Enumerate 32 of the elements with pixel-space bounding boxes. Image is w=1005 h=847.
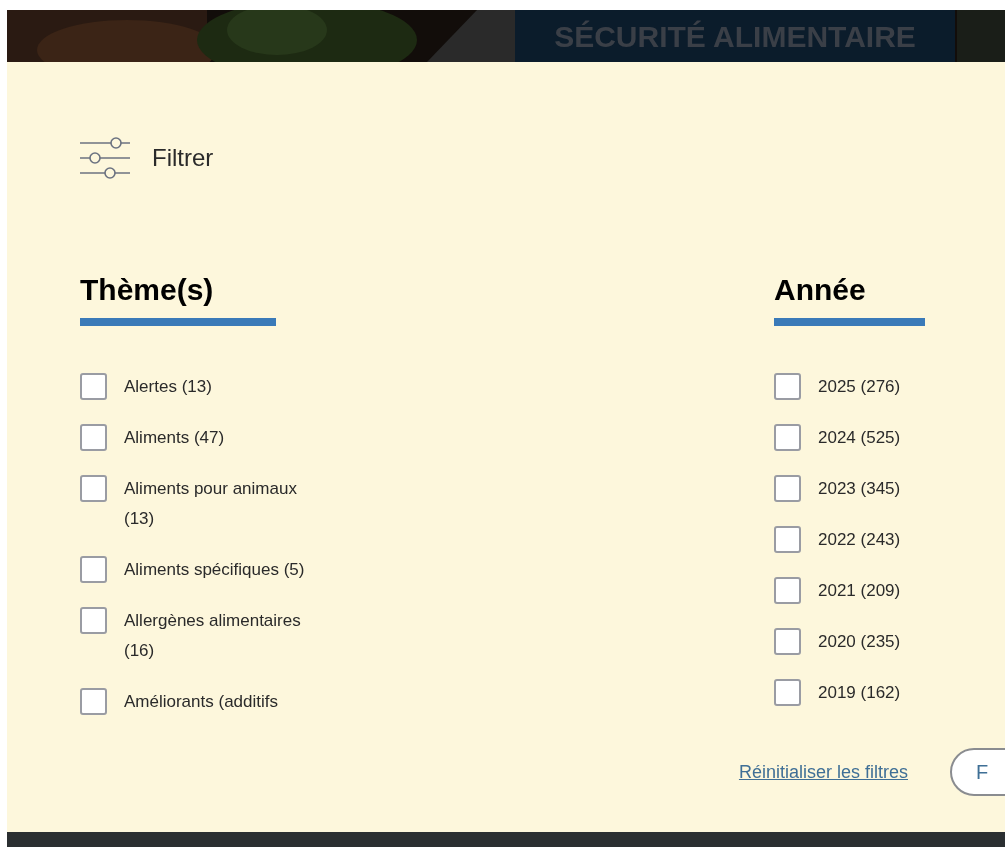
checkbox[interactable] <box>774 475 801 502</box>
checkbox[interactable] <box>774 526 801 553</box>
option-label: 2024 (525) <box>818 427 902 449</box>
option-label: 2021 (209) <box>818 580 902 602</box>
checkbox[interactable] <box>80 607 107 634</box>
filter-icon <box>80 136 130 180</box>
option-label: 2022 (243) <box>818 529 902 551</box>
checkbox[interactable] <box>774 373 801 400</box>
option-label: Aliments (47) <box>124 427 226 449</box>
option-label: Alertes (13) <box>124 376 213 398</box>
checkbox[interactable] <box>774 577 801 604</box>
checkbox[interactable] <box>774 628 801 655</box>
option-label: 2019 (162) <box>818 682 902 704</box>
option-label: 2020 (235) <box>818 631 902 653</box>
filter-title: Filtrer <box>152 143 214 173</box>
option-label: Aliments pour animaux (13) <box>124 478 298 530</box>
option-label: 2025 (276) <box>818 376 902 398</box>
option-label: Aliments spécifiques (5) <box>124 559 306 581</box>
group-heading: Année <box>774 272 867 308</box>
checkbox[interactable] <box>80 556 107 583</box>
checkbox[interactable] <box>774 424 801 451</box>
checkbox[interactable] <box>80 373 107 400</box>
reset-filters-link[interactable]: Réinitialiser les filtres <box>738 758 908 786</box>
checkbox[interactable] <box>774 679 801 706</box>
option-label: Allergènes alimentaires (16) <box>124 610 302 662</box>
checkbox[interactable] <box>80 688 107 715</box>
filter-button[interactable]: F <box>950 748 1005 796</box>
checkbox[interactable] <box>80 475 107 502</box>
checkbox[interactable] <box>80 424 107 451</box>
option-label: 2023 (345) <box>818 478 902 500</box>
group-heading: Thème(s) <box>80 272 215 308</box>
option-label: Améliorants (additifs <box>124 691 279 713</box>
